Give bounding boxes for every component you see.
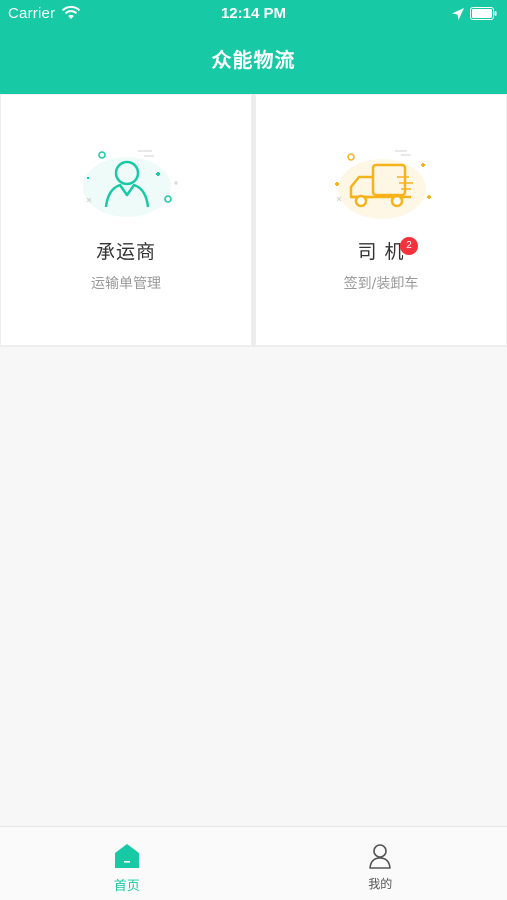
carrier-subtitle: 运输单管理: [91, 276, 161, 292]
app-screen: Carrier 12:14 PM 众能物流 承运商 运输单管理 司 机 2 签到…: [0, 0, 507, 900]
clock: 12:14 PM: [220, 5, 287, 22]
carrier-title: 承运商: [95, 241, 156, 263]
carrier-card[interactable]: 承运商 运输单管理: [0, 94, 252, 346]
battery-icon: [470, 7, 497, 20]
tab-bar: 首页 我的: [0, 826, 507, 900]
module-grid: 承运商 运输单管理 司 机 2 签到/装卸车: [0, 94, 507, 347]
tab-mine-label: 我的: [368, 877, 393, 891]
location-arrow-icon: [452, 8, 464, 20]
driver-subtitle: 签到/装卸车: [343, 276, 419, 292]
home-icon: [114, 844, 139, 868]
tab-home-label: 首页: [113, 879, 140, 894]
tab-home[interactable]: 首页: [0, 827, 254, 900]
page-title: 众能物流: [211, 48, 296, 72]
truck-icon: [335, 150, 431, 219]
tab-mine[interactable]: 我的: [254, 827, 507, 900]
header: Carrier 12:14 PM 众能物流: [0, 0, 507, 94]
driver-title: 司 机: [357, 241, 405, 263]
user-icon: [369, 844, 392, 869]
driver-card[interactable]: 司 机 2 签到/装卸车: [255, 94, 507, 346]
status-bar: Carrier 12:14 PM: [0, 0, 507, 28]
notification-badge: 2: [400, 237, 418, 255]
person-icon: [83, 150, 178, 217]
